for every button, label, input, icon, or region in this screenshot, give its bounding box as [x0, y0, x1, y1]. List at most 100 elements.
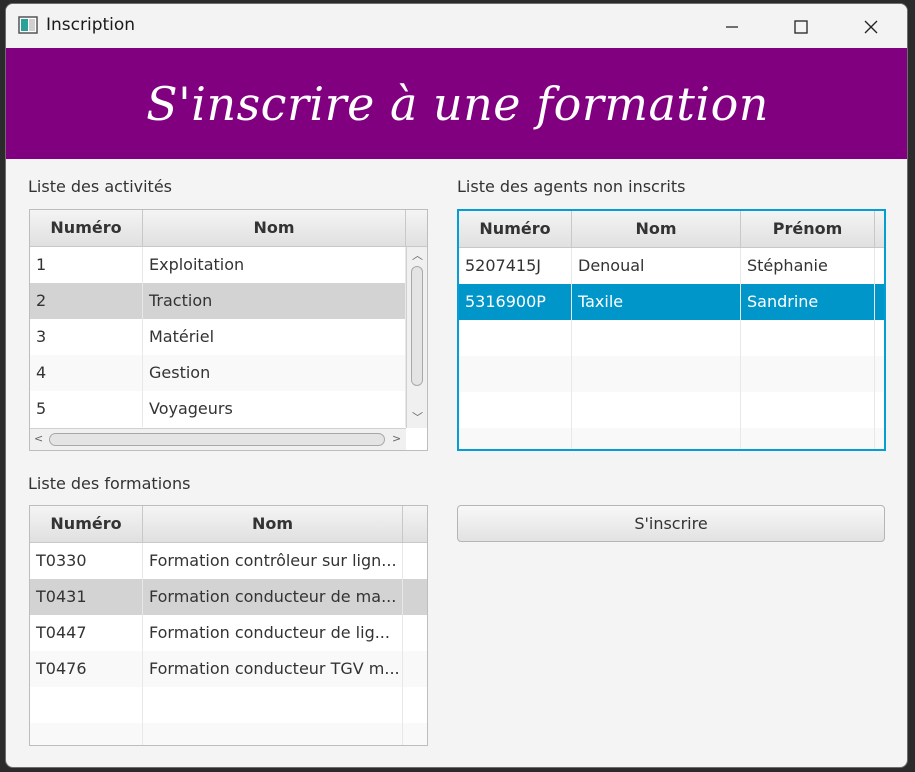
minimize-button[interactable]	[709, 4, 755, 49]
column-header-numero[interactable]: Numéro	[459, 211, 572, 247]
vertical-scrollbar[interactable]: ︿ ﹀	[406, 247, 427, 428]
table-row[interactable]: T0330 Formation contrôleur sur lign...	[30, 543, 427, 579]
table-row-empty	[30, 723, 427, 745]
cell-nom: Traction	[143, 283, 406, 319]
cell-nom: Matériel	[143, 319, 406, 355]
header-banner: S'inscrire à une formation	[6, 48, 907, 159]
scroll-down-icon[interactable]: ﹀	[412, 412, 423, 424]
app-icon	[18, 16, 38, 34]
cell-empty	[741, 320, 875, 356]
cell-nom: Gestion	[143, 355, 406, 391]
cell-nom: Voyageurs	[143, 391, 406, 427]
column-header-nom[interactable]: Nom	[143, 210, 406, 246]
cell-empty	[459, 356, 572, 392]
cell-numero: 2	[30, 283, 143, 319]
table-body: T0330 Formation contrôleur sur lign... T…	[30, 543, 427, 745]
cell-empty	[572, 320, 741, 356]
column-header-nom[interactable]: Nom	[572, 211, 741, 247]
cell-empty	[741, 392, 875, 428]
table-row-empty	[30, 687, 427, 723]
scrollbar-thumb[interactable]	[411, 266, 423, 386]
activities-label: Liste des activités	[28, 177, 173, 196]
column-header-filler	[403, 506, 427, 542]
cell-numero: 4	[30, 355, 143, 391]
cell-prenom: Stéphanie	[741, 248, 875, 284]
table-row[interactable]: 4 Gestion	[30, 355, 406, 391]
cell-empty	[30, 687, 143, 723]
close-icon	[864, 20, 878, 33]
column-header-numero[interactable]: Numéro	[30, 506, 143, 542]
table-row-empty	[459, 320, 884, 356]
cell-numero: 3	[30, 319, 143, 355]
table-row[interactable]: 5 Voyageurs	[30, 391, 406, 427]
cell-nom: Denoual	[572, 248, 741, 284]
register-button[interactable]: S'inscrire	[457, 505, 885, 542]
maximize-icon	[794, 19, 808, 34]
minimize-icon	[726, 25, 738, 28]
cell-nom: Formation conducteur TGV m...	[143, 651, 403, 687]
maximize-button[interactable]	[778, 4, 824, 49]
page-title: S'inscrire à une formation	[146, 76, 769, 131]
table-row-empty	[459, 392, 884, 428]
cell-nom: Taxile	[572, 284, 741, 320]
table-row-empty	[459, 428, 884, 449]
table-row[interactable]: T0476 Formation conducteur TGV m...	[30, 651, 427, 687]
table-header: Numéro Nom	[30, 210, 427, 247]
cell-nom: Formation conducteur de lig...	[143, 615, 403, 651]
table-header: Numéro Nom	[30, 506, 427, 543]
cell-numero: 1	[30, 247, 143, 283]
close-button[interactable]	[848, 4, 894, 49]
cell-empty	[572, 356, 741, 392]
cell-prenom: Sandrine	[741, 284, 875, 320]
activities-table[interactable]: Numéro Nom 1 Exploitation 2 Traction 3 M…	[29, 209, 428, 451]
formations-table[interactable]: Numéro Nom T0330 Formation contrôleur su…	[29, 505, 428, 746]
horizontal-scrollbar[interactable]: < >	[30, 428, 406, 450]
cell-empty	[572, 428, 741, 449]
cell-numero: T0330	[30, 543, 143, 579]
agents-label: Liste des agents non inscrits	[457, 177, 686, 196]
cell-nom: Formation conducteur de ma...	[143, 579, 403, 615]
cell-nom: Formation contrôleur sur lign...	[143, 543, 403, 579]
window-title: Inscription	[46, 15, 136, 35]
cell-empty	[459, 392, 572, 428]
column-header-nom[interactable]: Nom	[143, 506, 403, 542]
column-header-filler	[406, 210, 427, 246]
column-header-filler	[875, 211, 884, 247]
table-row[interactable]: 3 Matériel	[30, 319, 406, 355]
column-header-numero[interactable]: Numéro	[30, 210, 143, 246]
table-row-selected[interactable]: 2 Traction	[30, 283, 406, 319]
formations-label: Liste des formations	[28, 474, 191, 493]
table-body: 1 Exploitation 2 Traction 3 Matériel 4 G…	[30, 247, 406, 427]
cell-empty	[143, 687, 403, 723]
cell-empty	[459, 320, 572, 356]
cell-empty	[741, 428, 875, 449]
scroll-up-icon[interactable]: ︿	[412, 250, 423, 262]
scrollbar-thumb[interactable]	[49, 433, 385, 446]
table-row-selected[interactable]: T0431 Formation conducteur de ma...	[30, 579, 427, 615]
table-row[interactable]: T0447 Formation conducteur de lig...	[30, 615, 427, 651]
agents-table[interactable]: Numéro Nom Prénom 5207415J Denoual Stéph…	[457, 209, 886, 451]
table-body: 5207415J Denoual Stéphanie 5316900P Taxi…	[459, 248, 884, 449]
cell-numero: 5316900P	[459, 284, 572, 320]
cell-numero: 5207415J	[459, 248, 572, 284]
cell-empty	[30, 723, 143, 745]
cell-numero: T0447	[30, 615, 143, 651]
cell-empty	[143, 723, 403, 745]
cell-empty	[459, 428, 572, 449]
table-row[interactable]: 5207415J Denoual Stéphanie	[459, 248, 884, 284]
cell-empty	[572, 392, 741, 428]
cell-numero: T0476	[30, 651, 143, 687]
cell-empty	[741, 356, 875, 392]
table-row-empty	[459, 356, 884, 392]
cell-numero: T0431	[30, 579, 143, 615]
scroll-right-icon[interactable]: >	[392, 433, 401, 445]
table-row[interactable]: 1 Exploitation	[30, 247, 406, 283]
table-header: Numéro Nom Prénom	[459, 211, 884, 248]
inscription-window: Inscription S'inscrire à une formation L…	[5, 3, 908, 768]
cell-nom: Exploitation	[143, 247, 406, 283]
scroll-left-icon[interactable]: <	[34, 433, 43, 445]
title-bar: Inscription	[6, 4, 907, 49]
cell-numero: 5	[30, 391, 143, 427]
column-header-prenom[interactable]: Prénom	[741, 211, 875, 247]
table-row-selected[interactable]: 5316900P Taxile Sandrine	[459, 284, 884, 320]
